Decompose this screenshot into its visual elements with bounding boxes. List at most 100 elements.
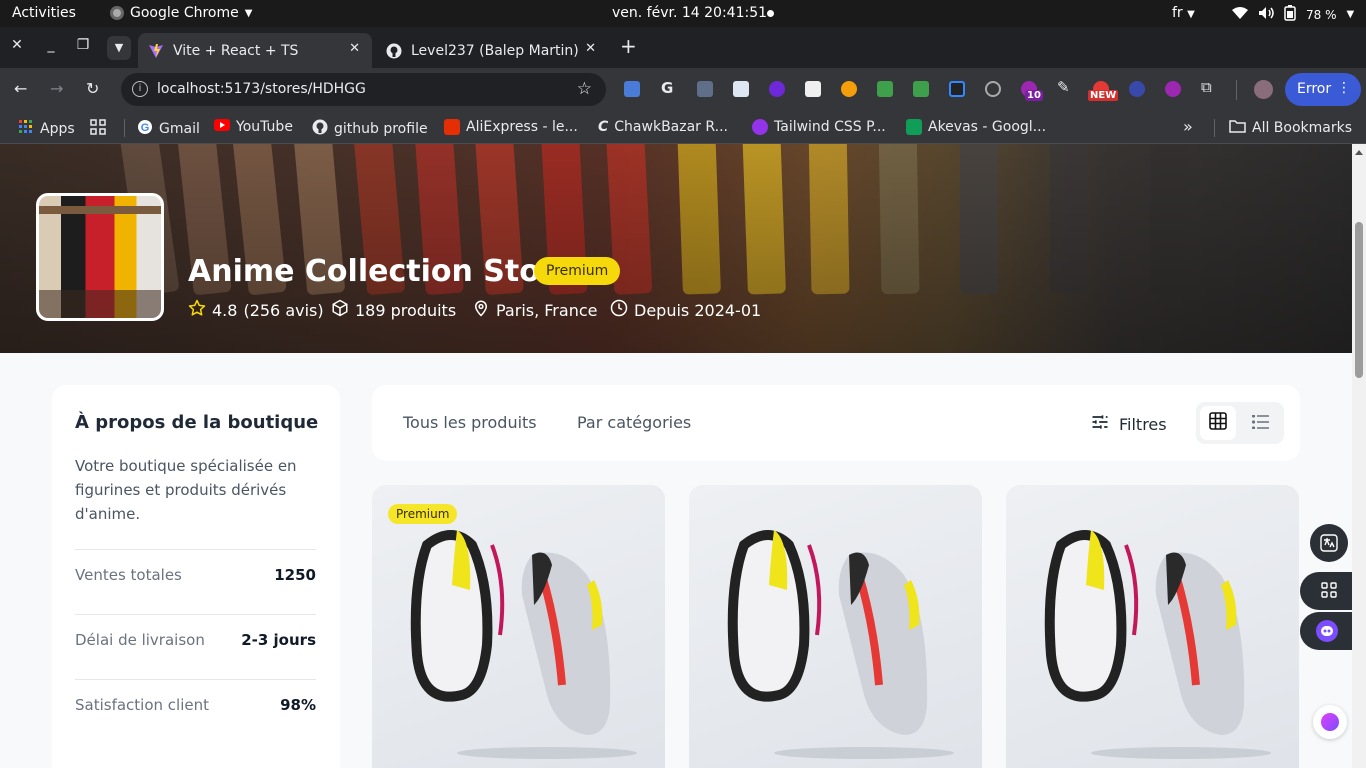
bookmark-label: AliExpress - le... (466, 119, 578, 135)
folder-icon (1229, 119, 1246, 137)
apps-grid-icon (1321, 582, 1337, 602)
system-top-bar: Activities Google Chrome ▼ ven. févr. 14… (0, 0, 1366, 27)
browser-toolbar: ← → ↻ i localhost:5173/stores/HDHGG ☆ G … (0, 68, 1366, 111)
bookmark-separator (124, 119, 125, 137)
bookmark-chawkbazar[interactable]: C ChawkBazar R... (598, 119, 728, 135)
stat-label: Satisfaction client (75, 696, 209, 714)
clipboard-extension-icon[interactable] (733, 81, 749, 97)
product-card[interactable]: Premium (372, 485, 665, 768)
tailwind-icon (752, 119, 768, 135)
translate-widget-icon[interactable] (1310, 524, 1348, 562)
banner-overlay (0, 144, 1352, 353)
extension-icon[interactable] (769, 81, 785, 97)
close-tab-icon[interactable]: ✕ (585, 41, 596, 56)
stat-label: Ventes totales (75, 566, 182, 584)
download-extension-icon[interactable] (913, 81, 929, 97)
bookmark-apps[interactable]: Apps (18, 119, 75, 139)
download-extension-icon[interactable] (877, 81, 893, 97)
restore-window-icon[interactable]: ❐ (72, 37, 94, 53)
site-info-icon[interactable]: i (132, 81, 148, 97)
compass-extension-icon[interactable] (985, 81, 1001, 97)
activities-button[interactable]: Activities (12, 5, 76, 21)
bookmark-gmail[interactable]: G Gmail (137, 119, 200, 139)
back-arrow-icon[interactable]: ← (14, 79, 27, 98)
rating-value: 4.8 (212, 300, 238, 320)
bookmark-label: github profile (334, 121, 428, 137)
stat-customer-satisfaction: Satisfaction client 98% (75, 679, 316, 744)
tab-by-category[interactable]: Par catégories (577, 413, 691, 432)
product-card[interactable] (689, 485, 982, 768)
since-text: Depuis 2024-01 (634, 300, 762, 320)
tab-title: Vite + React + TS (173, 42, 299, 59)
wifi-icon (1232, 6, 1248, 23)
list-view-button[interactable] (1243, 406, 1279, 440)
aliexpress-icon (444, 119, 460, 135)
notification-dot (767, 10, 774, 17)
page-scrollbar[interactable] (1352, 144, 1366, 768)
extension-icon[interactable] (1129, 81, 1145, 97)
profile-avatar[interactable] (1254, 80, 1273, 99)
premium-tag: Premium (388, 504, 458, 524)
scroll-up-arrow-icon[interactable] (1355, 150, 1363, 155)
filters-label: Filtres (1119, 414, 1167, 434)
review-count: (256 avis) (243, 300, 324, 320)
bookmark-tailwind[interactable]: Tailwind CSS P... (752, 119, 886, 135)
clock[interactable]: ven. févr. 14 20:41:51 (612, 5, 767, 21)
eyedropper-extension-icon[interactable]: ✎ (1057, 78, 1073, 96)
tab-search-button[interactable]: ▼ (107, 36, 131, 60)
location-text: Paris, France (496, 300, 598, 320)
address-bar[interactable]: i localhost:5173/stores/HDHGG ☆ (121, 73, 606, 106)
bookmark-youtube[interactable]: YouTube (214, 119, 293, 135)
extension-new-badge: NEW (1088, 90, 1119, 101)
scrollbar-thumb[interactable] (1355, 222, 1363, 378)
new-tab-button[interactable]: + (620, 34, 637, 58)
filters-button[interactable]: Filtres (1090, 412, 1167, 436)
bookmark-github-profile[interactable]: github profile (312, 119, 428, 139)
products-count: 189 produits (355, 300, 457, 320)
apps-grid-icon (18, 119, 34, 139)
tab-all-products[interactable]: Tous les produits (403, 413, 537, 432)
bookmark-akevas[interactable]: Akevas - Googl... (906, 119, 1046, 135)
bookmark-label: Tailwind CSS P... (774, 119, 886, 135)
forward-arrow-icon[interactable]: → (50, 79, 63, 98)
bookmark-label: Gmail (159, 121, 200, 137)
grid-view-button[interactable] (1200, 406, 1236, 440)
extension-icon[interactable] (1165, 81, 1181, 97)
extension-icon[interactable] (805, 81, 821, 97)
extension-icon[interactable] (841, 81, 857, 97)
url-text[interactable]: localhost:5173/stores/HDHGG (157, 81, 366, 97)
close-tab-icon[interactable]: ✕ (349, 41, 360, 56)
bookmarks-bar: Apps G Gmail YouTube github profile AliE… (0, 111, 1366, 144)
tab-github-profile[interactable]: Level237 (Balep Martin) ✕ (376, 33, 608, 68)
puzzle-extensions-icon[interactable]: ⧉ (1201, 78, 1217, 96)
app-name: Google Chrome (130, 5, 239, 21)
sliders-icon (1090, 412, 1110, 436)
grid-icon (1209, 412, 1227, 434)
chawkbazar-icon: C (598, 119, 609, 135)
bookmark-aliexpress[interactable]: AliExpress - le... (444, 119, 578, 135)
tab-vite-react[interactable]: Vite + React + TS ✕ (138, 33, 372, 68)
extension-icon[interactable] (697, 81, 713, 97)
language-indicator[interactable]: fr ▼ (1172, 5, 1195, 21)
app-menu[interactable]: Google Chrome ▼ (110, 5, 252, 21)
tab-groups-icon[interactable] (90, 119, 106, 139)
product-card[interactable] (1006, 485, 1299, 768)
more-bookmarks-icon[interactable]: » (1183, 117, 1193, 136)
store-rating: 4.8 (256 avis) (188, 299, 324, 321)
stat-total-sales: Ventes totales 1250 (75, 549, 316, 614)
extension-badge: 10 (1025, 90, 1043, 101)
error-button[interactable]: Error ⋮ (1285, 73, 1361, 106)
google-extension-icon[interactable]: G (661, 79, 677, 97)
all-bookmarks-folder[interactable]: All Bookmarks (1229, 119, 1352, 137)
star-icon (188, 299, 206, 321)
brain-extension-icon[interactable] (1313, 705, 1347, 739)
minimize-window-icon[interactable]: _ (40, 37, 62, 53)
reload-icon[interactable]: ↻ (86, 79, 99, 98)
close-window-icon[interactable]: ✕ (6, 37, 28, 53)
system-status-area[interactable]: 78 % ▼ (1232, 5, 1354, 24)
bookmark-star-icon[interactable]: ☆ (577, 79, 592, 99)
logo-rail (39, 206, 161, 214)
svg-text:G: G (141, 122, 150, 134)
extension-icon[interactable] (949, 81, 965, 97)
translate-extension-icon[interactable] (624, 81, 640, 97)
